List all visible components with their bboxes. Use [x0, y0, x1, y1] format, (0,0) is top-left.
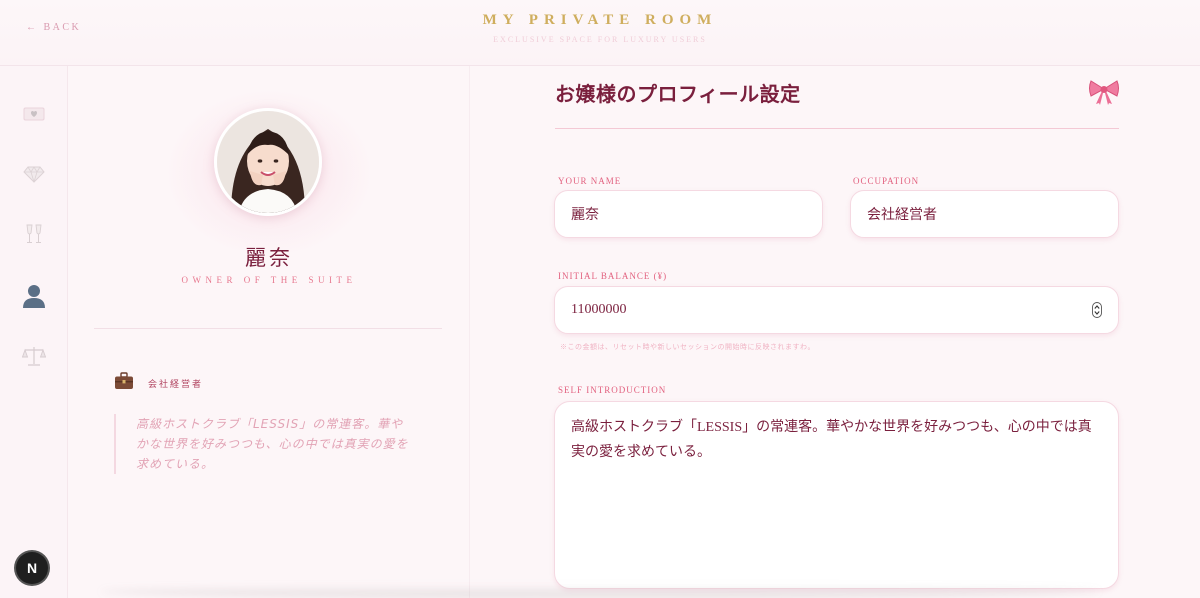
number-stepper-icon[interactable]: [1092, 302, 1102, 323]
ribbon-bow-icon: [1088, 78, 1120, 111]
profile-role: OWNER OF THE SUITE: [181, 275, 357, 285]
top-header: ← BACK MY PRIVATE ROOM EXCLUSIVE SPACE F…: [0, 0, 1200, 66]
diamond-icon: [23, 165, 45, 183]
sidebar-item-profile[interactable]: [14, 278, 54, 314]
intro-textarea[interactable]: 高級ホストクラブ「LESSIS」の常連客。華やかな世界を好みつつも、心の中では真…: [554, 401, 1119, 589]
title-divider: [555, 128, 1119, 129]
dev-badge-button[interactable]: N: [16, 552, 48, 584]
profile-panel: 麗奈 OWNER OF THE SUITE 会社経営者 高級ホストクラブ「LES…: [68, 66, 470, 598]
profile-name: 麗奈: [245, 246, 293, 270]
sidebar-item-gems[interactable]: [14, 156, 54, 192]
heart-envelope-icon: [23, 106, 45, 122]
balance-label: INITIAL BALANCE (¥): [558, 271, 668, 281]
occupation-input[interactable]: 会社経営者: [850, 190, 1119, 238]
balance-hint: ※この金額は、リセット時や新しいセッションの開始時に反映されますわ。: [560, 343, 815, 351]
name-input[interactable]: 麗奈: [554, 190, 823, 238]
form-title: お嬢様のプロフィール設定: [555, 84, 801, 106]
balance-input[interactable]: 11000000: [554, 286, 1119, 334]
avatar[interactable]: [214, 108, 322, 216]
occupation-row: 会社経営者: [114, 372, 203, 395]
sidebar-item-toast[interactable]: [14, 216, 54, 252]
brand-title: MY PRIVATE ROOM: [482, 12, 718, 28]
bottom-shadow: [100, 585, 1100, 598]
sidebar-item-balance[interactable]: [14, 338, 54, 374]
occupation-text: 会社経営者: [148, 379, 204, 389]
briefcase-icon: [114, 372, 134, 395]
user-icon: [21, 283, 47, 309]
divider: [94, 328, 442, 329]
champagne-glasses-icon: [24, 223, 44, 245]
name-label: YOUR NAME: [558, 176, 622, 186]
brand-subtitle: EXCLUSIVE SPACE FOR LUXURY USERS: [493, 35, 707, 44]
scales-icon: [22, 345, 46, 367]
intro-label: SELF INTRODUCTION: [558, 385, 667, 395]
balance-input-value: 11000000: [571, 302, 627, 317]
profile-quote: 高級ホストクラブ「LESSIS」の常連客。華やかな世界を好みつつも、心の中では真…: [114, 414, 414, 474]
occupation-input-value: 会社経営者: [867, 208, 937, 223]
name-input-value: 麗奈: [571, 208, 599, 223]
occupation-label: OCCUPATION: [853, 176, 920, 186]
sidebar-item-messages[interactable]: [14, 96, 54, 132]
sidebar-nav: [0, 66, 68, 598]
